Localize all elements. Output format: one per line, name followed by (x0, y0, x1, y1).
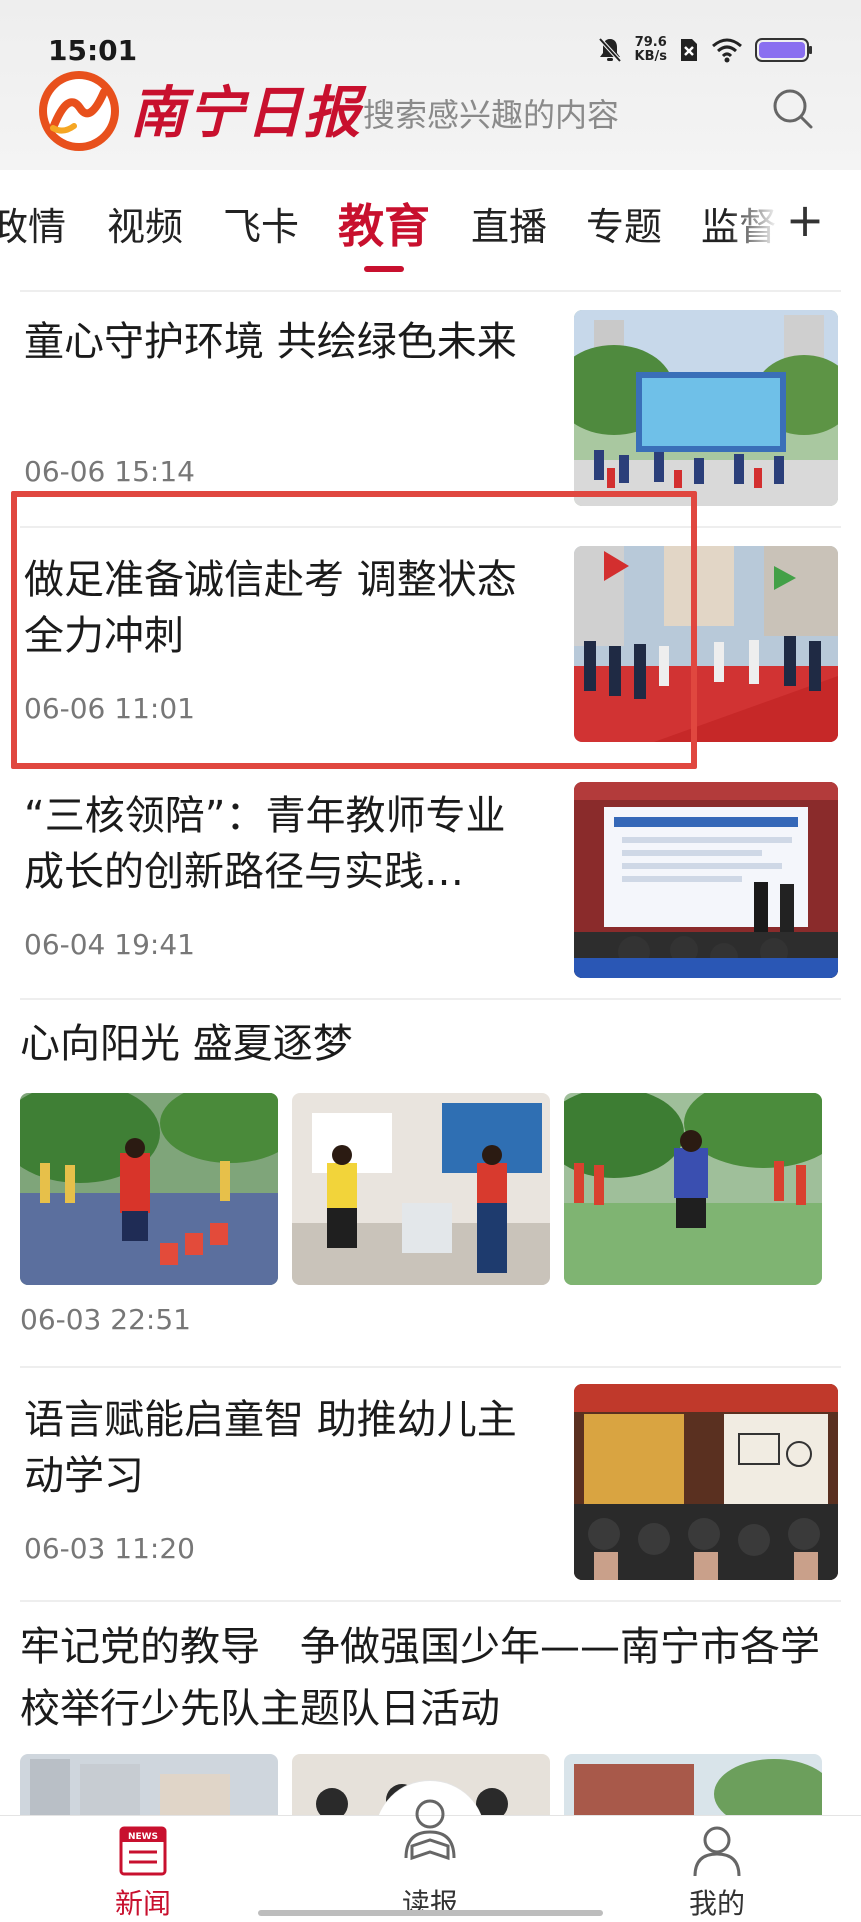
divider (20, 998, 841, 1000)
divider (20, 1366, 841, 1368)
article-time: 06-06 15:14 (24, 455, 195, 488)
article-thumbnail[interactable] (574, 1384, 838, 1580)
nav-label: 新闻 (114, 1887, 171, 1920)
article-thumbnail[interactable] (20, 1093, 278, 1285)
article-title[interactable]: 牢记党的教导 争做强国少年——南宁市各学校举行少先队主题队日活动 (20, 1616, 840, 1740)
news-icon: NEWS (119, 1826, 167, 1876)
top-bar: 15:01 79.6 KB/s 南宁日报 搜索感兴趣的内容 (0, 0, 861, 170)
article-thumbnail[interactable] (574, 782, 838, 978)
reader-icon (404, 1799, 456, 1861)
tabs-fade (728, 200, 788, 270)
brand-name: 南宁日报 (130, 80, 362, 146)
divider (20, 290, 841, 292)
search-input[interactable]: 搜索感兴趣的内容 (363, 90, 619, 136)
svg-text:NEWS: NEWS (128, 1832, 158, 1842)
article-time: 06-04 19:41 (24, 928, 195, 961)
mute-bell-icon (598, 37, 622, 63)
tab-feika[interactable]: 飞卡 (223, 196, 299, 251)
nav-item-profile[interactable]: 我的 (637, 1816, 797, 1921)
net-speed: 79.6 KB/s (635, 36, 667, 64)
nav-item-reader[interactable]: 读报 (350, 1799, 510, 1921)
article-title[interactable]: 语言赋能启童智 助推幼儿主动学习 (24, 1392, 544, 1504)
status-time: 15:01 (48, 34, 138, 67)
add-channel-button[interactable]: + (785, 192, 825, 248)
nav-label: 读报 (401, 1887, 458, 1920)
article-thumbnail[interactable] (574, 310, 838, 506)
article-thumbnail[interactable] (564, 1754, 822, 1824)
nav-label: 我的 (688, 1887, 745, 1920)
wifi-icon (712, 38, 742, 63)
article-title[interactable]: “三核领陪”：青年教师专业成长的创新路径与实践… (24, 788, 544, 900)
nav-item-news[interactable]: NEWS 新闻 (63, 1816, 223, 1921)
tab-education[interactable]: 教育 (338, 190, 430, 256)
tab-topics[interactable]: 专题 (586, 196, 662, 251)
status-icons: 79.6 KB/s (597, 30, 813, 70)
article-thumbnail[interactable] (20, 1754, 278, 1824)
sim-off-icon (681, 39, 697, 61)
profile-icon (693, 1826, 741, 1877)
battery-icon (755, 38, 812, 62)
divider (20, 1600, 841, 1602)
net-speed-unit: KB/s (634, 49, 667, 64)
article-thumbnail[interactable] (564, 1093, 822, 1285)
article-time: 06-03 22:51 (20, 1303, 191, 1336)
search-icon[interactable] (770, 86, 814, 130)
article-time: 06-03 11:20 (24, 1532, 195, 1565)
net-speed-value: 79.6 (634, 35, 667, 50)
article-thumbnail[interactable] (292, 1093, 550, 1285)
highlight-box (11, 491, 697, 769)
tab-live[interactable]: 直播 (471, 196, 547, 251)
article-title[interactable]: 心向阳光 盛夏逐梦 (20, 1016, 840, 1072)
tab-video[interactable]: 视频 (107, 196, 183, 251)
bottom-nav: NEWS 新闻 读报 我的 (0, 1799, 861, 1921)
article-title[interactable]: 童心守护环境 共绘绿色未来 (24, 314, 544, 370)
nanning-daily-logo (39, 71, 119, 151)
active-tab-underline (364, 266, 404, 272)
home-indicator[interactable] (258, 1910, 603, 1916)
tab-politics[interactable]: 政情 (0, 196, 66, 251)
